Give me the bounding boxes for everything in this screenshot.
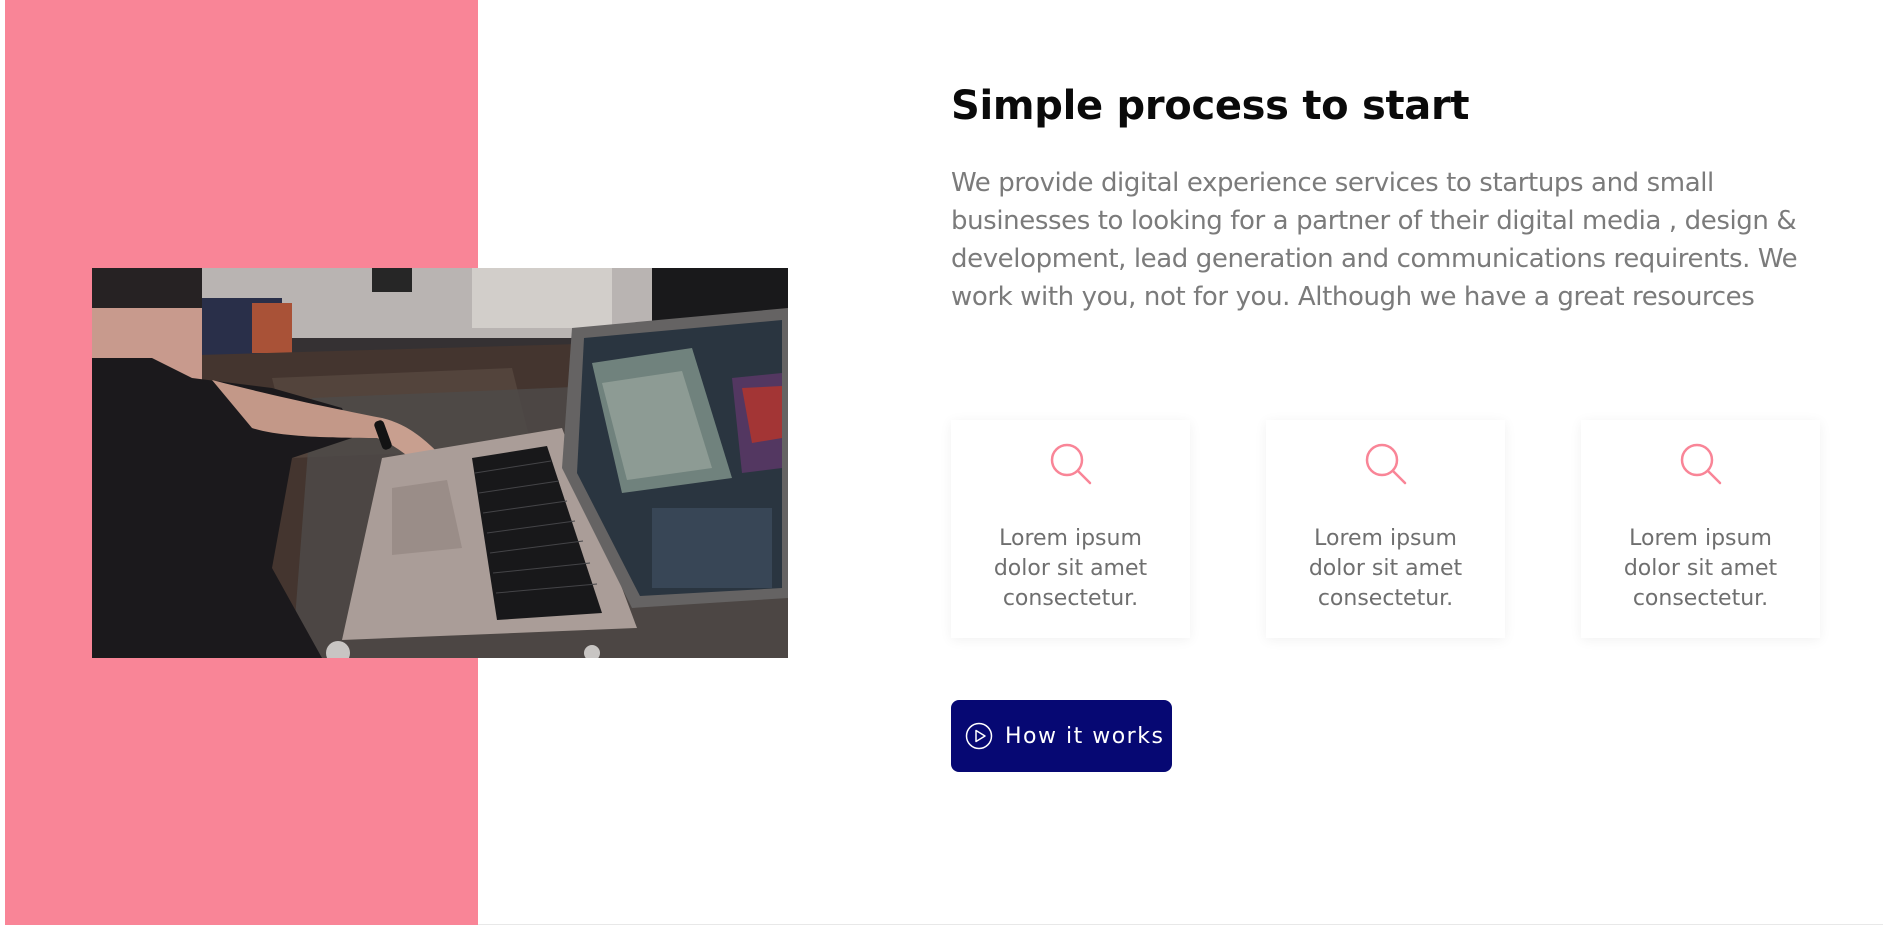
search-icon — [1050, 443, 1092, 485]
feature-card[interactable]: Lorem ipsum dolor sit amet consectetur. — [1581, 420, 1820, 638]
how-it-works-button[interactable]: How it works — [951, 700, 1172, 772]
feature-card[interactable]: Lorem ipsum dolor sit amet consectetur. — [1266, 420, 1505, 638]
play-circle-icon — [965, 722, 993, 750]
search-icon — [1365, 443, 1407, 485]
section-title: Simple process to start — [951, 83, 1470, 129]
text-column: Simple process to start We provide digit… — [951, 74, 1831, 316]
feature-card-text: Lorem ipsum dolor sit amet consectetur. — [993, 526, 1148, 611]
how-it-works-label: How it works — [1005, 723, 1165, 749]
feature-card-text: Lorem ipsum dolor sit amet consectetur. — [1308, 526, 1463, 611]
search-icon — [1680, 443, 1722, 485]
feature-cards: Lorem ipsum dolor sit amet consectetur. … — [951, 420, 1871, 638]
section-description: We provide digital experience services t… — [951, 168, 1798, 312]
process-section: Simple process to start We provide digit… — [0, 0, 1883, 925]
feature-card[interactable]: Lorem ipsum dolor sit amet consectetur. — [951, 420, 1190, 638]
feature-card-text: Lorem ipsum dolor sit amet consectetur. — [1623, 526, 1778, 611]
laptop-photo — [92, 268, 788, 658]
